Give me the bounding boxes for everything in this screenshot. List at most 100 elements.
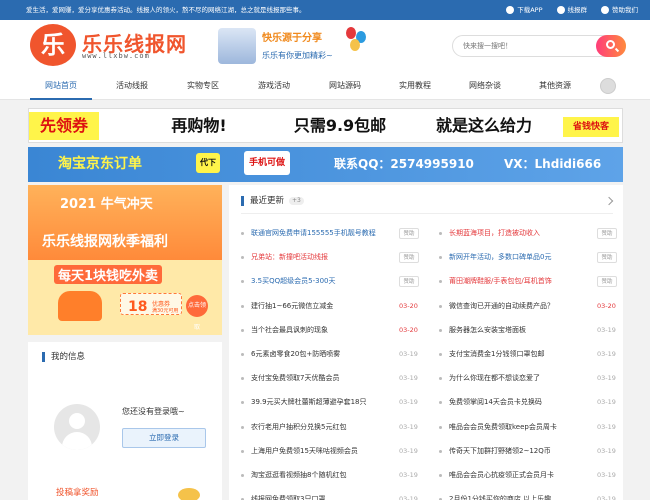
list-item[interactable]: 支付宝免费领取7天优酷会员 03-19 bbox=[241, 370, 421, 386]
sponsor-tag: 赞助 bbox=[399, 252, 419, 264]
list-item[interactable]: 莆田潮牌鞋服/手表包包/耳机首饰 赞助 bbox=[439, 273, 619, 289]
my-info-title: 我的信息 bbox=[42, 352, 85, 362]
list-item[interactable]: 新网开年活动，多数口碑单品0元 赞助 bbox=[439, 249, 619, 265]
list-item-date: 03-19 bbox=[399, 446, 418, 455]
list-item[interactable]: 6元素卤零食20包+防晒喷雾 03-19 bbox=[241, 346, 421, 362]
list-item-date: 03-19 bbox=[597, 495, 616, 500]
list-item-date: 03-19 bbox=[399, 495, 418, 500]
chevron-right-icon[interactable] bbox=[605, 196, 613, 206]
list-item-title: 当个社会最具讽刺的现象 bbox=[251, 325, 328, 334]
list-item-title: 3.5买QQ超级会员5-300天 bbox=[251, 277, 336, 286]
list-item-title: 唯品会会员心抗疫领正式会员月卡 bbox=[449, 471, 554, 479]
bullet-icon bbox=[241, 377, 244, 381]
list-item-title: 39.9元买大牌杜蕾斯超薄避孕套18只 bbox=[251, 398, 367, 407]
bullet-icon bbox=[241, 474, 244, 477]
list-item-date: 03-19 bbox=[399, 471, 418, 479]
coupon-value: 18 bbox=[128, 299, 148, 315]
list-item-date: 03-20 bbox=[399, 301, 418, 310]
bullet-icon bbox=[439, 353, 442, 356]
list-item-title: 兄弟站：新撞吧活动线报 bbox=[251, 253, 328, 262]
list-item-date: 03-19 bbox=[597, 398, 616, 407]
search-button[interactable] bbox=[596, 35, 626, 57]
delivery-rider-icon bbox=[58, 291, 102, 321]
sponsor-link[interactable]: 赞助我们 bbox=[601, 0, 638, 20]
list-item-date: 03-19 bbox=[597, 350, 616, 358]
banner-shop: 再购物! bbox=[171, 116, 227, 135]
bullet-icon bbox=[241, 401, 244, 405]
list-item[interactable]: 服务器怎么安装宝塔面板 03-19 bbox=[439, 322, 619, 338]
nav-tutorial[interactable]: 实用教程 bbox=[384, 72, 446, 100]
promo-year: 2021 牛气冲天 bbox=[60, 197, 153, 212]
login-button[interactable]: 立即登录 bbox=[122, 428, 206, 448]
nav-source[interactable]: 网站源码 bbox=[314, 72, 376, 100]
list-item[interactable]: 淘宝逛逛看视频抽8个随机红包 03-19 bbox=[241, 467, 421, 483]
list-item[interactable]: 当个社会最具讽刺的现象 03-20 bbox=[241, 322, 421, 338]
list-item-title: 唯品会会员免费领取keep会员周卡 bbox=[449, 422, 557, 431]
list-item[interactable]: 3.5买QQ超级会员5-300天 赞助 bbox=[241, 273, 421, 289]
list-item[interactable]: 支付宝消费金1分钱领口罩包邮 03-19 bbox=[439, 346, 619, 362]
list-item[interactable]: 联通官网免费申请155555手机靓号教程 赞助 bbox=[241, 225, 421, 241]
bullet-icon bbox=[439, 401, 442, 405]
list-item[interactable]: 微信查询已开通的自动续费产品？ 03-20 bbox=[439, 298, 619, 314]
banner2-qq: 联系QQ：2574995910 bbox=[334, 157, 474, 171]
search-box bbox=[452, 35, 626, 57]
download-app-link[interactable]: 下载APP bbox=[506, 0, 543, 20]
list-item-title: 长期蓝海项目，打造被动收入 bbox=[449, 229, 540, 237]
list-item-title: 莆田潮牌鞋服/手表包包/耳机首饰 bbox=[449, 277, 552, 286]
promo-image[interactable]: 2021 牛气冲天 乐乐线报网秋季福利 每天1块钱吃外卖 18 优惠券 满30元… bbox=[28, 185, 222, 335]
list-item-title: 农行老用户抽积分兑换5元红包 bbox=[251, 422, 347, 431]
nav-talk[interactable]: 网络杂谈 bbox=[454, 72, 516, 100]
claim-button[interactable]: 点击领取 bbox=[186, 295, 208, 331]
latest-count-badge: +3 bbox=[289, 197, 304, 205]
nav-activity[interactable]: 活动线报 bbox=[101, 72, 163, 100]
list-item[interactable]: 39.9元买大牌杜蕾斯超薄避孕套18只 03-19 bbox=[241, 394, 421, 410]
search-icon bbox=[606, 40, 615, 49]
bullet-icon bbox=[241, 304, 244, 308]
bullet-icon bbox=[241, 425, 244, 429]
list-item-date: 03-19 bbox=[399, 398, 418, 407]
coupon-banner[interactable]: 先领券 再购物! 只需9.9包邮 就是这么给力 省钱快客 bbox=[28, 108, 623, 143]
main-nav: 网站首页 活动线报 实物专区 游戏活动 网站源码 实用教程 网络杂谈 其他资源 bbox=[0, 72, 650, 100]
bullet-icon bbox=[439, 256, 442, 260]
nav-other[interactable]: 其他资源 bbox=[524, 72, 586, 100]
promo-takeout: 每天1块钱吃外卖 bbox=[54, 265, 163, 284]
nav-home[interactable]: 网站首页 bbox=[30, 72, 92, 100]
list-item[interactable]: 唯品会会员免费领取keep会员周卡 03-19 bbox=[439, 419, 619, 435]
sponsor-tag: 赞助 bbox=[597, 252, 617, 264]
list-item-date: 03-20 bbox=[597, 301, 616, 310]
bullet-icon bbox=[241, 280, 244, 284]
search-input[interactable] bbox=[463, 39, 593, 53]
list-item[interactable]: 为什么你现在都不想谈恋爱了 03-19 bbox=[439, 370, 619, 386]
nav-goods[interactable]: 实物专区 bbox=[172, 72, 234, 100]
list-item-date: 03-19 bbox=[597, 422, 616, 431]
bullet-icon bbox=[439, 425, 442, 429]
list-item[interactable]: 线报网免费领取3只口罩 03-19 bbox=[241, 491, 421, 500]
sponsor-tag: 赞助 bbox=[399, 228, 419, 239]
list-item[interactable]: 2月份1分钱买你的商店 以上乐趣 03-19 bbox=[439, 491, 619, 500]
bullet-icon bbox=[241, 256, 244, 260]
default-avatar-icon bbox=[54, 404, 100, 450]
list-item[interactable]: 建行抽1~66元微信立减金 03-20 bbox=[241, 298, 421, 314]
chat-icon bbox=[601, 6, 609, 14]
user-avatar-icon[interactable] bbox=[600, 78, 616, 94]
list-item[interactable]: 免费领掌阅14天会员卡兑换码 03-19 bbox=[439, 394, 619, 410]
group-link[interactable]: 线报群 bbox=[556, 0, 587, 20]
bullet-icon bbox=[241, 449, 244, 453]
list-item[interactable]: 上海用户免费领15天咪咕视频会员 03-19 bbox=[241, 443, 421, 459]
logo-icon[interactable]: 乐 bbox=[30, 24, 76, 66]
group-icon bbox=[556, 6, 565, 14]
list-item[interactable]: 长期蓝海项目，打造被动收入 赞助 bbox=[439, 225, 619, 241]
list-item[interactable]: 唯品会会员心抗疫领正式会员月卡 03-19 bbox=[439, 467, 619, 483]
nav-games[interactable]: 游戏活动 bbox=[243, 72, 305, 100]
order-banner[interactable]: 淘宝京东订单 代下 手机可做 联系QQ：2574995910 VX：Lhdidi… bbox=[28, 147, 623, 182]
slogan-bottom: 乐乐有你更加精彩~ bbox=[262, 51, 333, 60]
logo-domain: www.llxbw.com bbox=[82, 52, 150, 60]
list-item-date: 03-20 bbox=[399, 325, 418, 334]
top-bar: 爱生活，爱网赚，爱分享优惠券活动。线报人的领火，熬不尽的网络江湖，总之就是线报那… bbox=[0, 0, 650, 20]
list-item[interactable]: 兄弟站：新撞吧活动线报 赞助 bbox=[241, 249, 421, 265]
list-item[interactable]: 农行老用户抽积分兑换5元红包 03-19 bbox=[241, 419, 421, 435]
coupon-note: 满30元可用 bbox=[152, 308, 179, 314]
list-item[interactable]: 传奇天下加群打野猪领2~12Q币 03-19 bbox=[439, 443, 619, 459]
submit-reward-link[interactable]: 投稿拿奖励 bbox=[56, 488, 99, 498]
list-item-date: 03-19 bbox=[597, 446, 616, 455]
